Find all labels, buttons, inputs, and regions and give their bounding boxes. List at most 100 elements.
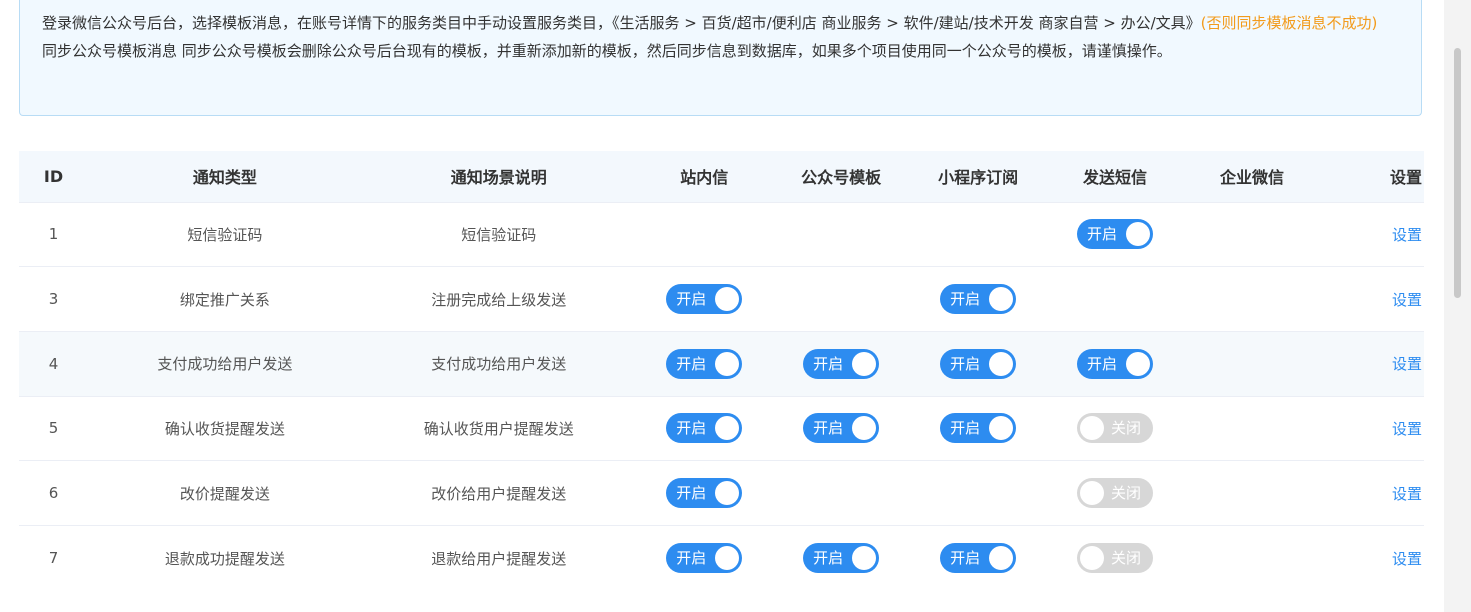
toggle-switch-mini[interactable]: 开启	[940, 543, 1017, 574]
cell-wework	[1184, 461, 1321, 526]
notice-text: 登录微信公众号后台，选择模板消息，在账号详情下的服务类目中手动设置服务类目，《生…	[42, 14, 1201, 32]
cell-desc: 注册完成给上级发送	[431, 290, 567, 309]
header-settings: 设置	[1389, 168, 1422, 188]
cell-sms	[1047, 267, 1184, 332]
table-row: 5 确认收货提醒发送 确认收货用户提醒发送 开启 开启 开启 关闭 设置	[19, 396, 1424, 461]
cell-mini: 开启	[910, 267, 1047, 332]
cell-mp: 开启	[773, 331, 910, 396]
toggle-switch-mp[interactable]: 开启	[803, 543, 880, 574]
header-id: ID	[43, 166, 64, 186]
cell-wework	[1184, 331, 1321, 396]
cell-mini: 开启	[910, 525, 1047, 590]
toggle-knob	[715, 351, 740, 376]
toggle-label: 关闭	[1111, 549, 1142, 568]
header-mini-subscribe: 小程序订阅	[938, 168, 1019, 188]
toggle-label: 开启	[676, 484, 707, 503]
toggle-switch-sms[interactable]: 开启	[1077, 348, 1154, 379]
table-row: 6 改价提醒发送 改价给用户提醒发送 开启 关闭 设置	[19, 460, 1424, 526]
cell-mini	[910, 461, 1047, 526]
page-scrollbar[interactable]	[1444, 0, 1471, 612]
toggle-switch-inbox[interactable]: 开启	[666, 543, 743, 574]
toggle-switch-sms[interactable]: 关闭	[1077, 413, 1154, 444]
toggle-label: 开启	[813, 419, 844, 438]
cell-inbox: 开启	[636, 525, 773, 590]
toggle-switch-inbox[interactable]: 开启	[666, 284, 743, 315]
cell-mini: 开启	[910, 331, 1047, 396]
cell-inbox: 开启	[636, 331, 773, 396]
notice-box: 登录微信公众号后台，选择模板消息，在账号详情下的服务类目中手动设置服务类目，《生…	[19, 0, 1422, 116]
toggle-switch-mp[interactable]: 开启	[803, 348, 880, 379]
cell-mini: 开启	[910, 396, 1047, 461]
toggle-knob	[852, 546, 877, 571]
toggle-label: 开启	[676, 354, 707, 373]
cell-mp: 开启	[773, 525, 910, 590]
cell-type: 短信验证码	[187, 225, 263, 244]
settings-link[interactable]: 设置	[1392, 226, 1422, 244]
toggle-switch-inbox[interactable]: 开启	[666, 413, 743, 444]
header-type: 通知类型	[192, 168, 257, 188]
settings-link[interactable]: 设置	[1392, 291, 1422, 309]
toggle-switch-sms[interactable]: 关闭	[1077, 478, 1154, 509]
cell-type: 支付成功给用户发送	[157, 355, 293, 374]
toggle-switch-mini[interactable]: 开启	[940, 284, 1017, 315]
notice-line-1: 登录微信公众号后台，选择模板消息，在账号详情下的服务类目中手动设置服务类目，《生…	[42, 9, 1399, 37]
cell-action: 设置	[1320, 461, 1424, 526]
toggle-label: 关闭	[1111, 419, 1142, 438]
toggle-label: 开启	[813, 549, 844, 568]
toggle-switch-mini[interactable]: 开启	[940, 348, 1017, 379]
toggle-knob	[1080, 546, 1105, 571]
header-inbox: 站内信	[680, 168, 729, 188]
table-row: 7 退款成功提醒发送 退款给用户提醒发送 开启 开启 开启 关闭 设置	[19, 525, 1424, 590]
cell-mp	[773, 202, 910, 267]
settings-link[interactable]: 设置	[1392, 485, 1422, 503]
toggle-label: 开启	[813, 354, 844, 373]
toggle-knob	[989, 287, 1014, 312]
toggle-switch-inbox[interactable]: 开启	[666, 478, 743, 509]
cell-desc: 退款给用户提醒发送	[431, 549, 567, 568]
settings-link[interactable]: 设置	[1392, 420, 1422, 438]
notice-line-2: 同步公众号模板消息 同步公众号模板会删除公众号后台现有的模板，并重新添加新的模板…	[42, 42, 1172, 60]
cell-action: 设置	[1320, 525, 1424, 590]
cell-mp	[773, 461, 910, 526]
cell-sms: 关闭	[1047, 525, 1184, 590]
cell-sms: 关闭	[1047, 461, 1184, 526]
cell-action: 设置	[1320, 331, 1424, 396]
cell-id: 5	[48, 419, 59, 438]
toggle-knob	[1080, 481, 1105, 506]
toggle-switch-sms[interactable]: 关闭	[1077, 543, 1154, 574]
scrollbar-thumb[interactable]	[1454, 48, 1461, 298]
cell-sms: 开启	[1047, 331, 1184, 396]
toggle-knob	[1080, 416, 1105, 441]
cell-type: 绑定推广关系	[179, 290, 270, 309]
cell-wework	[1184, 396, 1321, 461]
cell-action: 设置	[1320, 396, 1424, 461]
table-row: 1 短信验证码 短信验证码 开启 设置	[19, 202, 1424, 267]
table-row: 4 支付成功给用户发送 支付成功给用户发送 开启 开启 开启 开启 设置	[19, 331, 1424, 397]
toggle-knob	[989, 351, 1014, 376]
toggle-switch-sms[interactable]: 开启	[1077, 219, 1154, 250]
settings-link[interactable]: 设置	[1392, 550, 1422, 568]
toggle-knob	[715, 481, 740, 506]
toggle-label: 开启	[676, 290, 707, 309]
cell-desc: 支付成功给用户发送	[431, 355, 567, 374]
toggle-knob	[852, 351, 877, 376]
header-sms: 发送短信	[1083, 168, 1148, 188]
cell-sms: 关闭	[1047, 396, 1184, 461]
toggle-knob	[715, 287, 740, 312]
cell-id: 7	[48, 549, 59, 568]
toggle-switch-mini[interactable]: 开启	[940, 413, 1017, 444]
toggle-label: 开启	[950, 419, 981, 438]
cell-id: 6	[48, 484, 59, 503]
toggle-knob	[715, 546, 740, 571]
cell-action: 设置	[1320, 202, 1424, 267]
table-row: 3 绑定推广关系 注册完成给上级发送 开启 开启 设置	[19, 266, 1424, 332]
cell-id: 1	[48, 225, 59, 244]
cell-wework	[1184, 202, 1321, 267]
cell-id: 4	[48, 354, 59, 373]
cell-type: 改价提醒发送	[179, 484, 270, 503]
toggle-switch-inbox[interactable]: 开启	[666, 348, 743, 379]
settings-link[interactable]: 设置	[1392, 355, 1422, 373]
toggle-switch-mp[interactable]: 开启	[803, 413, 880, 444]
toggle-knob	[989, 416, 1014, 441]
cell-wework	[1184, 525, 1321, 590]
